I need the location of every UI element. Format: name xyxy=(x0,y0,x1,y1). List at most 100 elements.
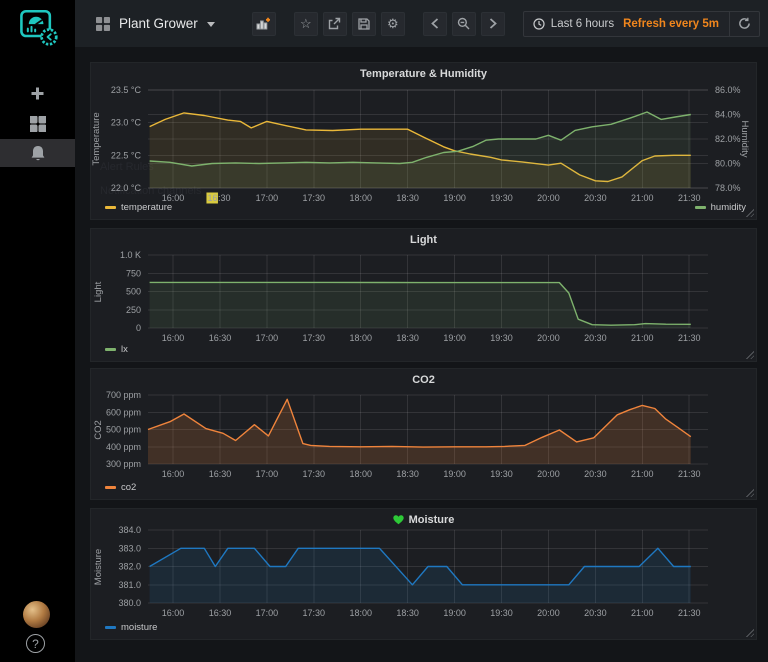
svg-text:19:30: 19:30 xyxy=(490,333,513,343)
sidebar: ? xyxy=(0,0,75,662)
svg-text:500: 500 xyxy=(126,287,141,297)
help-icon[interactable]: ? xyxy=(26,634,45,653)
time-forward-button[interactable] xyxy=(481,12,505,36)
settings-button[interactable]: ⚙ xyxy=(381,12,405,36)
legend: lx xyxy=(105,343,746,356)
svg-text:600 ppm: 600 ppm xyxy=(106,407,141,417)
panel-light: Light 16:0016:3017:0017:3018:0018:3019:0… xyxy=(90,228,757,362)
sidebar-item-dashboards[interactable] xyxy=(0,110,75,138)
svg-text:16:30: 16:30 xyxy=(209,608,232,618)
time-range-button[interactable]: Last 6 hours xyxy=(524,18,623,30)
svg-text:700 ppm: 700 ppm xyxy=(106,390,141,400)
chevron-down-icon xyxy=(207,22,215,27)
zoom-out-button[interactable] xyxy=(452,12,476,36)
add-panel-icon xyxy=(256,17,271,30)
refresh-interval-button[interactable]: Refresh every 5m xyxy=(623,18,729,30)
legend-series-color xyxy=(105,348,116,351)
panel-resize-handle[interactable] xyxy=(745,350,754,359)
toolbar: ☆ ⚙ xyxy=(252,11,760,37)
svg-text:17:30: 17:30 xyxy=(303,608,326,618)
chart-canvas[interactable]: 16:0016:3017:0017:3018:0018:3019:0019:30… xyxy=(91,509,756,639)
svg-text:19:30: 19:30 xyxy=(490,469,513,479)
dashboard-grid-icon xyxy=(96,17,110,31)
svg-text:20:00: 20:00 xyxy=(537,608,560,618)
svg-text:18:00: 18:00 xyxy=(349,608,372,618)
svg-text:18:30: 18:30 xyxy=(396,333,419,343)
svg-text:18:30: 18:30 xyxy=(396,469,419,479)
svg-text:21:30: 21:30 xyxy=(678,469,701,479)
refresh-icon xyxy=(738,17,751,30)
ghost-menu-item: Alert Rules xyxy=(100,161,154,173)
svg-text:20:00: 20:00 xyxy=(537,469,560,479)
share-icon xyxy=(328,17,341,30)
svg-text:18:30: 18:30 xyxy=(396,608,419,618)
app-logo-icon[interactable] xyxy=(14,3,60,47)
svg-text:17:00: 17:00 xyxy=(256,333,279,343)
legend-item-co2[interactable]: co2 xyxy=(105,482,136,493)
sidebar-item-alerting[interactable] xyxy=(0,139,75,167)
legend-item-lx[interactable]: lx xyxy=(105,344,128,355)
svg-text:20:00: 20:00 xyxy=(537,333,560,343)
legend-item-humidity[interactable]: humidity xyxy=(695,202,746,213)
legend: moisture xyxy=(105,621,746,634)
svg-text:23.0 °C: 23.0 °C xyxy=(111,118,142,128)
legend: co2 xyxy=(105,481,746,494)
save-icon xyxy=(358,18,370,30)
panel-co2: CO2 16:0016:3017:0017:3018:0018:3019:001… xyxy=(90,368,757,500)
svg-text:17:00: 17:00 xyxy=(256,608,279,618)
legend-series-color xyxy=(105,486,116,489)
svg-text:20:30: 20:30 xyxy=(584,333,607,343)
svg-text:21:00: 21:00 xyxy=(631,469,654,479)
svg-text:20:30: 20:30 xyxy=(584,608,607,618)
svg-text:17:30: 17:30 xyxy=(303,333,326,343)
dashboard-title: Plant Grower xyxy=(119,16,198,31)
svg-text:383.0: 383.0 xyxy=(118,543,141,553)
legend-series-color xyxy=(105,626,116,629)
bell-icon xyxy=(30,145,46,162)
gear-icon: ⚙ xyxy=(387,16,399,32)
time-range-label: Last 6 hours xyxy=(551,18,614,30)
svg-text:16:30: 16:30 xyxy=(209,333,232,343)
share-button[interactable] xyxy=(323,12,347,36)
add-panel-button[interactable] xyxy=(252,12,276,36)
svg-text:382.0: 382.0 xyxy=(118,562,141,572)
chart-canvas[interactable]: 16:00 16:30 17:00 17:30 18:00 18:30 19:00 19:30… xyxy=(91,229,756,361)
panel-resize-handle[interactable] xyxy=(745,628,754,637)
svg-text:21:00: 21:00 xyxy=(631,333,654,343)
user-avatar[interactable] xyxy=(23,601,50,628)
svg-text:18:00: 18:00 xyxy=(349,469,372,479)
svg-text:16:00: 16:00 xyxy=(162,469,185,479)
breadcrumb[interactable]: Plant Grower xyxy=(96,16,215,31)
svg-text:22.5 °C: 22.5 °C xyxy=(111,150,142,160)
refresh-button[interactable] xyxy=(729,12,759,36)
svg-text:18:00: 18:00 xyxy=(349,333,372,343)
time-picker: Last 6 hours Refresh every 5m xyxy=(523,11,760,37)
svg-text:16:30: 16:30 xyxy=(209,469,232,479)
header: Plant Grower ☆ ⚙ xyxy=(75,0,768,47)
legend: temperature humidity xyxy=(105,201,746,214)
svg-text:16:00: 16:00 xyxy=(162,608,185,618)
y-axis-label-right: Humidity xyxy=(738,99,750,179)
svg-text:23.5 °C: 23.5 °C xyxy=(111,85,142,95)
svg-text:500 ppm: 500 ppm xyxy=(106,425,141,435)
magnifier-icon xyxy=(457,17,470,30)
panel-resize-handle[interactable] xyxy=(745,488,754,497)
chart-canvas[interactable]: 16:0016:3017:0017:3018:0018:3019:0019:30… xyxy=(91,369,756,499)
sidebar-item-add[interactable] xyxy=(0,79,75,107)
time-back-button[interactable] xyxy=(423,12,447,36)
svg-text:84.0%: 84.0% xyxy=(715,110,741,120)
clock-icon xyxy=(533,18,545,30)
svg-text:19:30: 19:30 xyxy=(490,608,513,618)
star-icon: ☆ xyxy=(300,16,312,32)
star-button[interactable]: ☆ xyxy=(294,12,318,36)
plus-icon xyxy=(30,86,45,101)
svg-text:86.0%: 86.0% xyxy=(715,85,741,95)
legend-item-temperature[interactable]: temperature xyxy=(105,202,172,213)
legend-series-color xyxy=(695,206,706,209)
save-button[interactable] xyxy=(352,12,376,36)
legend-item-moisture[interactable]: moisture xyxy=(105,622,157,633)
panel-resize-handle[interactable] xyxy=(745,208,754,217)
svg-text:384.0: 384.0 xyxy=(118,525,141,535)
svg-text:19:00: 19:00 xyxy=(443,333,466,343)
svg-text:16:00: 16:00 xyxy=(162,333,185,343)
